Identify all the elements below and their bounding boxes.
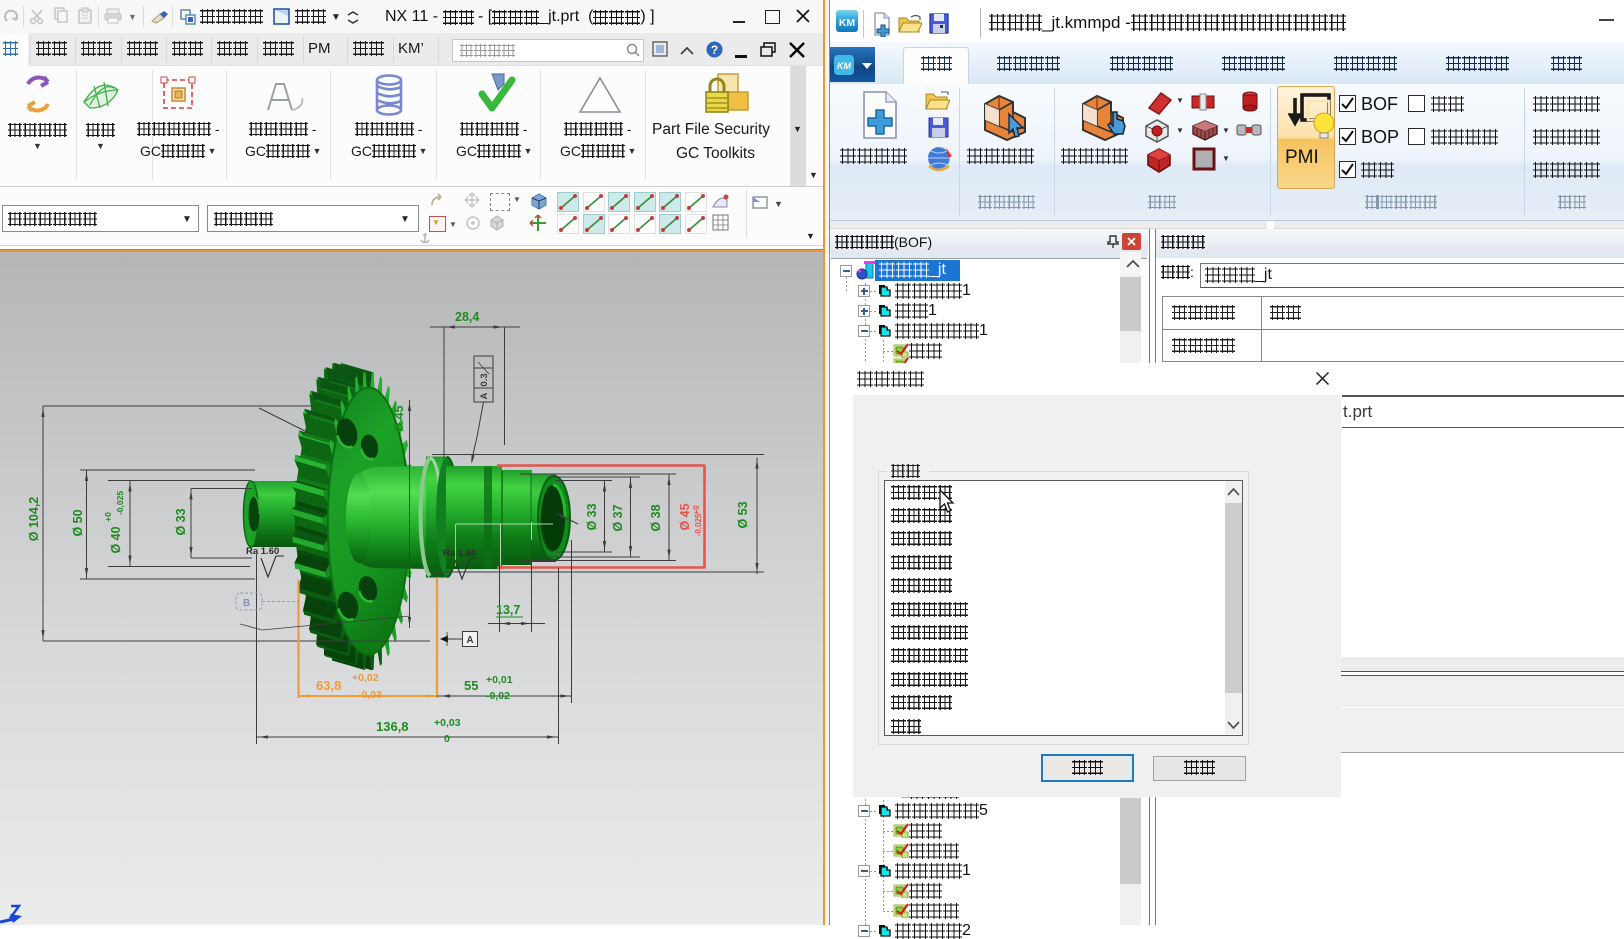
svg-text:63,8: 63,8 <box>316 678 341 693</box>
svg-text:13,7: 13,7 <box>496 603 520 617</box>
svg-text:136,8: 136,8 <box>376 719 409 734</box>
svg-text:Ø 104,2: Ø 104,2 <box>27 497 41 542</box>
svg-text:A: A <box>479 392 490 399</box>
svg-text:-0,03: -0,03 <box>358 689 382 701</box>
svg-text:-0,025: -0,025 <box>694 513 703 536</box>
svg-text:Ø 50: Ø 50 <box>71 509 85 536</box>
svg-text:0: 0 <box>444 733 450 745</box>
svg-text:Ø 37: Ø 37 <box>611 504 625 531</box>
svg-text:KM: KM <box>839 17 856 29</box>
svg-text:Ra 1.60: Ra 1.60 <box>246 546 279 557</box>
svg-text:Ra 1.60: Ra 1.60 <box>443 548 476 559</box>
svg-text:0.3: 0.3 <box>479 373 490 386</box>
svg-text:Ø 45: Ø 45 <box>678 503 692 530</box>
svg-text:+0,02: +0,02 <box>352 672 379 684</box>
svg-text:+0,03: +0,03 <box>434 717 461 729</box>
svg-text:Ø 53: Ø 53 <box>736 501 750 528</box>
svg-text:+0,01: +0,01 <box>486 674 513 686</box>
svg-text:-0,025: -0,025 <box>115 491 125 515</box>
svg-text:55: 55 <box>464 678 478 693</box>
svg-text:Ø 45: Ø 45 <box>392 405 406 432</box>
svg-text:Ø 33: Ø 33 <box>174 508 188 535</box>
svg-text:KM: KM <box>837 61 851 71</box>
svg-text:+0: +0 <box>103 512 113 522</box>
svg-text:B: B <box>243 598 250 609</box>
svg-text:Ø 40: Ø 40 <box>109 526 123 553</box>
svg-text:A: A <box>466 635 473 646</box>
svg-text:Ø 38: Ø 38 <box>649 504 663 531</box>
svg-text:+0: +0 <box>692 505 701 515</box>
svg-text:?: ? <box>711 43 718 57</box>
svg-text:-0,02: -0,02 <box>486 690 510 702</box>
svg-text:28,4: 28,4 <box>455 310 479 324</box>
svg-text:Ø 33: Ø 33 <box>585 503 599 530</box>
